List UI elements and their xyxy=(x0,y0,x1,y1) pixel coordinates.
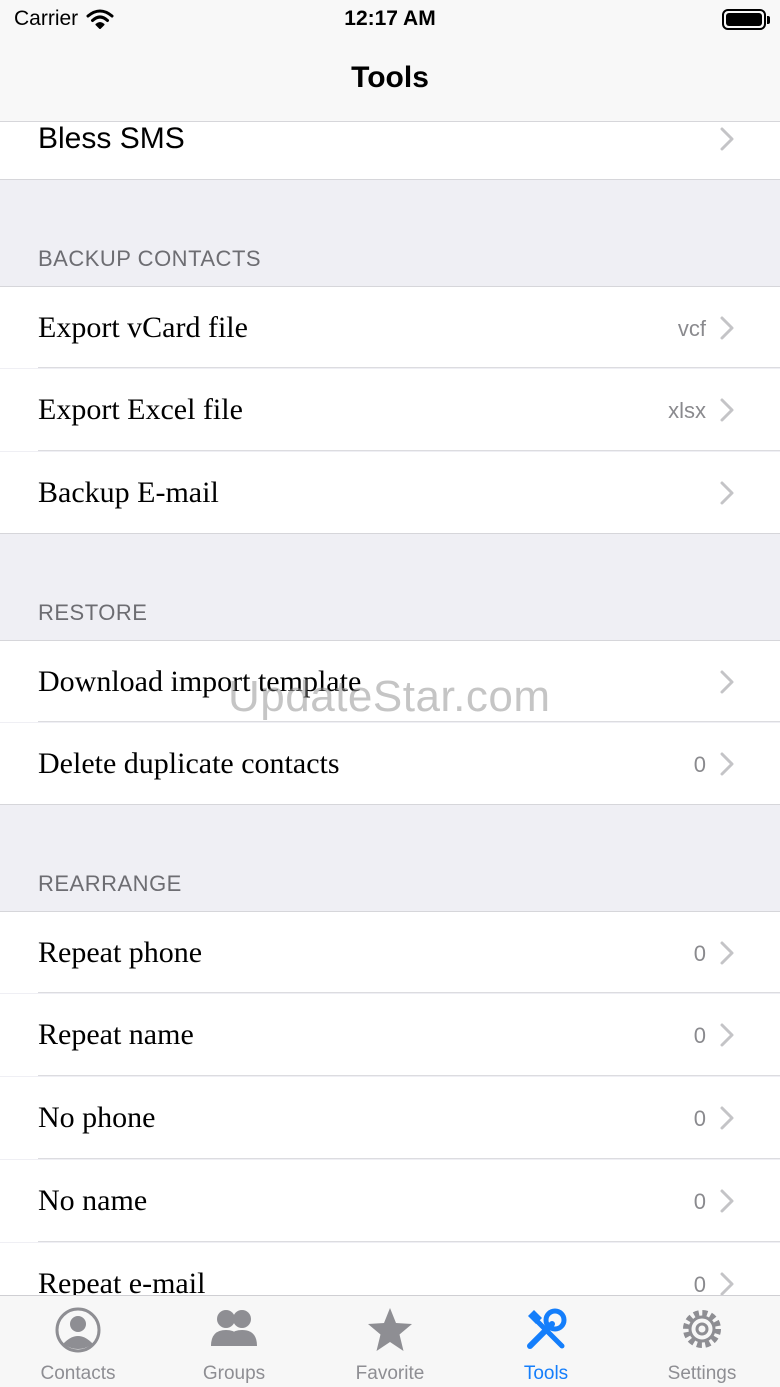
tab-label: Favorite xyxy=(355,1363,425,1384)
tab-contacts[interactable]: Contacts xyxy=(0,1296,156,1387)
groups-icon xyxy=(211,1310,257,1346)
separator xyxy=(38,450,780,451)
section-header-backup: BACKUP CONTACTS xyxy=(38,246,262,271)
row-label: Backup E-mail xyxy=(38,476,219,509)
separator xyxy=(38,1158,780,1159)
chevron-right-icon xyxy=(720,1023,734,1047)
chevron-right-icon xyxy=(720,316,734,340)
battery-icon xyxy=(722,9,770,30)
tab-label: Settings xyxy=(667,1363,737,1384)
row-value: 0 xyxy=(693,1023,706,1048)
row-label: Repeat phone xyxy=(38,936,203,969)
chevron-right-icon xyxy=(720,670,734,694)
row-label: No phone xyxy=(38,1101,156,1134)
export-excel-row[interactable]: Export Excel file xlsx xyxy=(0,369,780,451)
chevron-right-icon xyxy=(720,481,734,505)
chevron-right-icon xyxy=(720,752,734,776)
separator xyxy=(38,1075,780,1076)
chevron-right-icon xyxy=(720,127,734,151)
row-value: xlsx xyxy=(668,398,706,423)
row-value: vcf xyxy=(677,316,706,341)
section-header-restore: RESTORE xyxy=(38,600,148,625)
row-value: 0 xyxy=(693,752,706,777)
chevron-right-icon xyxy=(720,1106,734,1130)
status-time: 12:17 AM xyxy=(344,7,436,30)
row-label: No name xyxy=(38,1184,148,1217)
tab-settings[interactable]: Settings xyxy=(624,1296,780,1387)
watermark: UpdateStar.com xyxy=(228,672,551,721)
delete-duplicates-row[interactable]: Delete duplicate contacts 0 xyxy=(0,723,780,805)
tab-bar: Contacts Groups Favorite Tools Settings xyxy=(0,1295,780,1387)
repeat-phone-row[interactable]: Repeat phone 0 xyxy=(0,911,780,993)
tab-tools[interactable]: Tools xyxy=(468,1296,624,1387)
tab-label: Tools xyxy=(523,1363,569,1384)
row-value: 0 xyxy=(693,941,706,966)
star-icon xyxy=(368,1308,412,1351)
chevron-right-icon xyxy=(720,1272,734,1296)
tab-favorite[interactable]: Favorite xyxy=(312,1296,468,1387)
page-title: Tools xyxy=(351,61,429,94)
separator xyxy=(38,1241,780,1242)
separator xyxy=(38,367,780,368)
row-label: Repeat name xyxy=(38,1018,194,1051)
navigation-bar: Carrier 12:17 AM Tools xyxy=(0,0,780,122)
tab-label: Groups xyxy=(202,1363,266,1384)
backup-email-row[interactable]: Backup E-mail xyxy=(0,452,780,534)
row-label: Export vCard file xyxy=(38,311,248,344)
row-value: 0 xyxy=(693,1189,706,1214)
tools-screen: Bless SMS BACKUP CONTACTS Export vCard f… xyxy=(0,0,780,1387)
chevron-right-icon xyxy=(720,398,734,422)
tab-groups[interactable]: Groups xyxy=(156,1296,312,1387)
row-label: Delete duplicate contacts xyxy=(38,747,340,780)
row-value: 0 xyxy=(693,1106,706,1131)
section-header-rearrange: REARRANGE xyxy=(38,871,182,896)
repeat-name-row[interactable]: Repeat name 0 xyxy=(0,994,780,1076)
no-phone-row[interactable]: No phone 0 xyxy=(0,1077,780,1159)
row-label: Export Excel file xyxy=(38,393,243,426)
export-vcard-row[interactable]: Export vCard file vcf xyxy=(0,286,780,368)
no-name-row[interactable]: No name 0 xyxy=(0,1160,780,1242)
tab-label: Contacts xyxy=(40,1363,116,1384)
person-circle-icon xyxy=(55,1307,101,1353)
gear-icon xyxy=(683,1310,721,1348)
chevron-right-icon xyxy=(720,1189,734,1213)
tools-icon xyxy=(527,1308,567,1349)
separator xyxy=(38,992,780,993)
chevron-right-icon xyxy=(720,941,734,965)
